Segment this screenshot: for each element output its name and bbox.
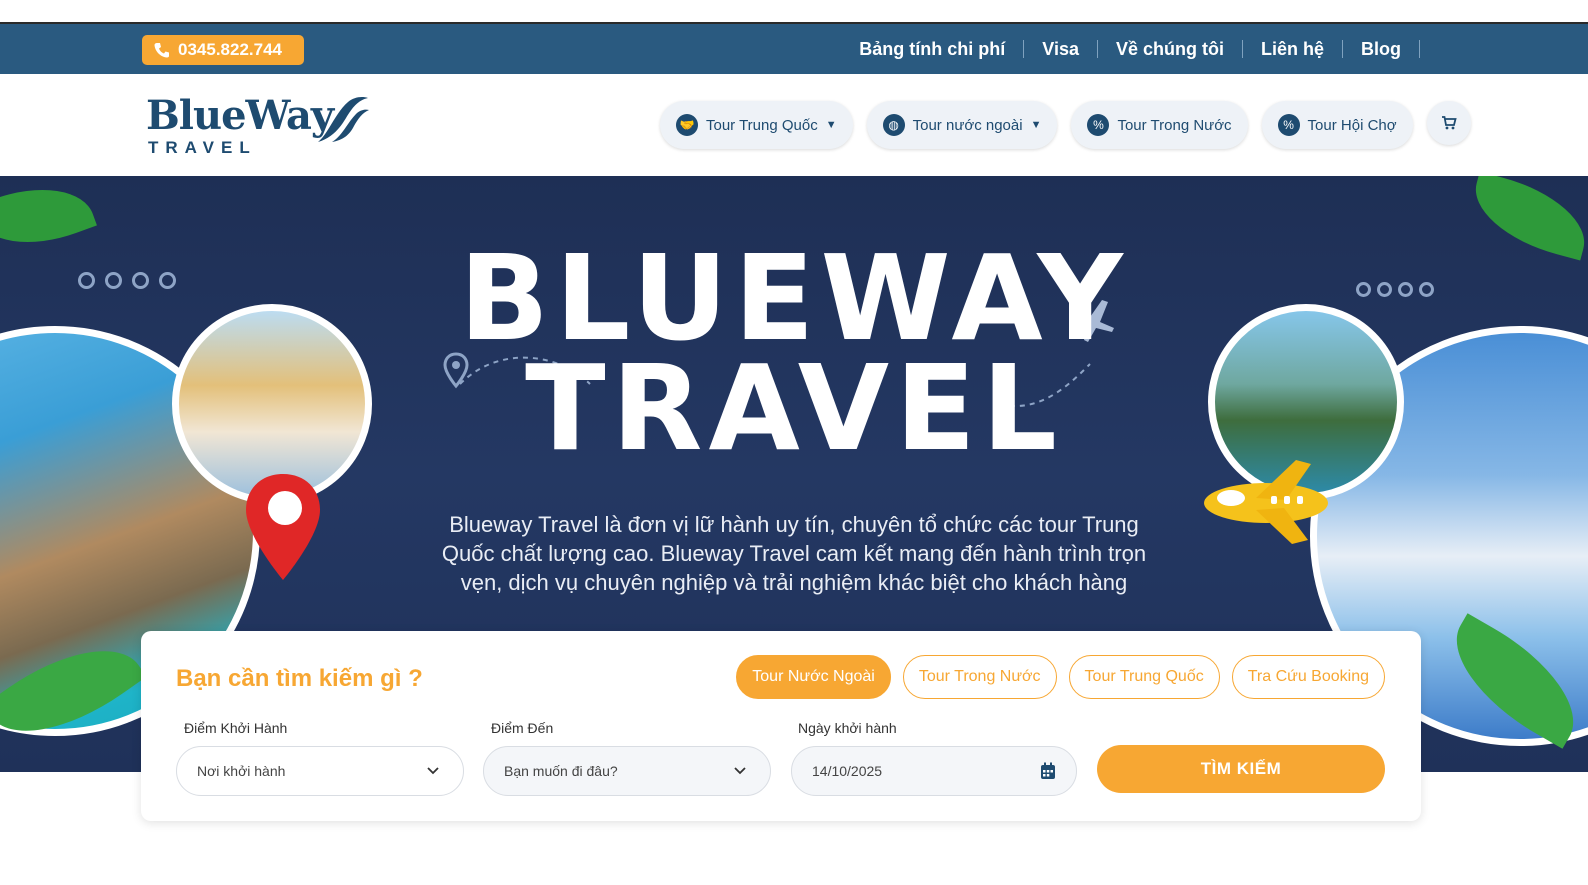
date-label: Ngày khởi hành [798,720,897,736]
top-link-visa[interactable]: Visa [1024,40,1098,58]
tab-tour-china[interactable]: Tour Trung Quốc [1068,655,1220,699]
phone-number: 0345.822.744 [178,40,282,59]
logo[interactable]: BlueWay TRAVEL [146,92,376,158]
hero-title-line2: TRAVEL [525,339,1063,477]
destination-select[interactable]: Bạn muốn đi đâu? [483,746,771,796]
top-link-blog[interactable]: Blog [1343,40,1420,58]
tab-tour-abroad[interactable]: Tour Nước Ngoài [736,655,891,699]
nav-tour-china[interactable]: 🤝 Tour Trung Quốc ▼ [660,101,853,149]
cart-button[interactable] [1426,101,1471,145]
top-link-contact[interactable]: Liên hệ [1243,40,1343,58]
top-bar: 0345.822.744 Bảng tính chi phí Visa Về c… [0,24,1588,74]
departure-select[interactable]: Nơi khởi hành [176,746,464,796]
caret-down-icon: ▼ [825,119,837,131]
nav-tour-fair[interactable]: % Tour Hội Chợ [1261,101,1413,149]
calendar-icon [1041,762,1055,779]
yellow-toy-airplane-icon [1204,460,1328,544]
cart-icon [1441,116,1457,130]
search-title: Bạn cần tìm kiếm gì ? [176,665,423,692]
nav-tour-domestic[interactable]: % Tour Trong Nước [1071,101,1248,149]
date-input[interactable]: 14/10/2025 [791,746,1077,796]
chevron-down-icon [734,767,746,775]
nav-tour-abroad-label: Tour nước ngoài [912,116,1023,134]
chevron-down-icon [427,767,439,775]
phone-icon [154,43,169,58]
main-header: BlueWay TRAVEL 🤝 Tour Trung Quốc ▼ ◍ Tou… [0,74,1588,176]
percent-badge-icon: % [1277,114,1300,136]
search-tabs: Tour Nước Ngoài Tour Trong Nước Tour Tru… [736,655,1385,699]
departure-label: Điểm Khởi Hành [184,720,288,736]
tab-booking-lookup[interactable]: Tra Cứu Booking [1231,655,1385,699]
page: 0345.822.744 Bảng tính chi phí Visa Về c… [0,0,1588,885]
search-card: Bạn cần tìm kiếm gì ? Tour Nước Ngoài To… [141,631,1421,821]
logo-wordmark: BlueWay [146,92,334,139]
top-nav: Bảng tính chi phí Visa Về chúng tôi Liên… [841,24,1420,74]
phone-button[interactable]: 0345.822.744 [142,35,304,65]
wave-logo-icon [318,97,369,142]
destination-label: Điểm Đến [491,720,554,736]
departure-placeholder: Nơi khởi hành [197,763,286,779]
top-link-about[interactable]: Về chúng tôi [1098,40,1243,58]
destination-placeholder: Bạn muốn đi đâu? [504,763,618,779]
date-value: 14/10/2025 [812,763,883,779]
nav-tour-abroad[interactable]: ◍ Tour nước ngoài ▼ [866,101,1058,149]
nav-tour-china-label: Tour Trung Quốc [706,116,818,134]
nav-tour-domestic-label: Tour Trong Nước [1117,116,1232,134]
handshake-icon: 🤝 [676,114,698,136]
percent-badge-icon: % [1087,114,1110,136]
red-location-pin-icon [246,474,320,580]
caret-down-icon: ▼ [1030,119,1042,131]
search-button[interactable]: TÌM KIẾM [1097,745,1385,793]
tab-tour-domestic[interactable]: Tour Trong Nước [902,655,1057,699]
globe-icon: ◍ [882,114,905,136]
logo-subtitle: TRAVEL [148,138,257,157]
top-link-cost-calculator[interactable]: Bảng tính chi phí [841,40,1025,58]
browser-top-edge [0,0,1588,24]
main-nav: 🤝 Tour Trung Quốc ▼ ◍ Tour nước ngoài ▼ … [660,101,1471,149]
hero-description: Blueway Travel là đơn vị lữ hành uy tín,… [441,512,1147,595]
nav-tour-fair-label: Tour Hội Chợ [1307,116,1397,134]
